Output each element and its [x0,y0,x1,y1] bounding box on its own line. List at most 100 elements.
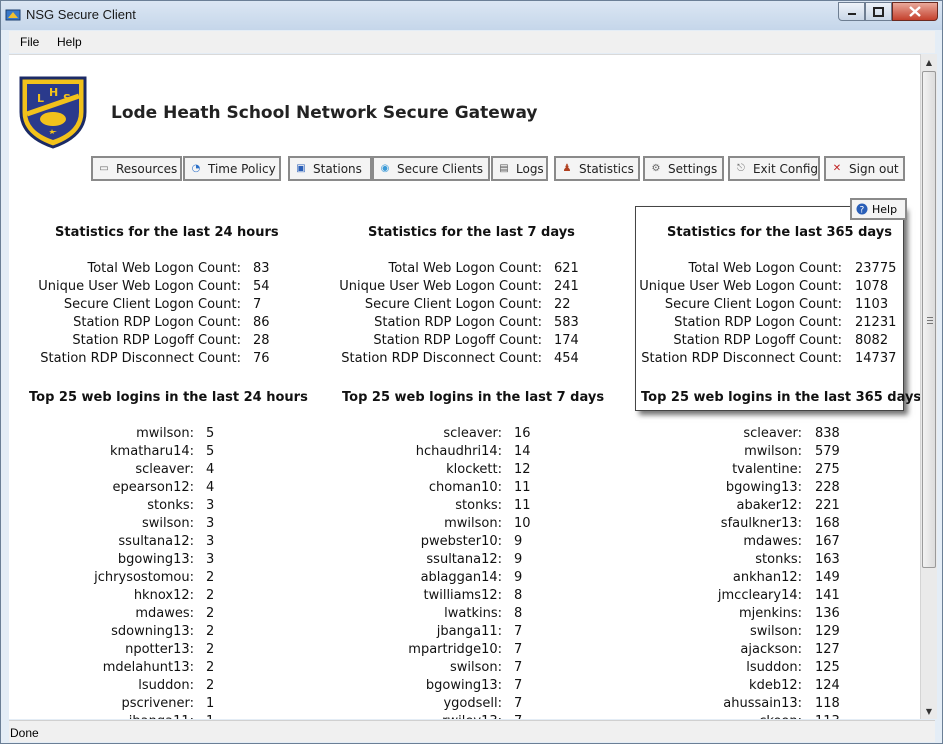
secure-clients-button[interactable]: ◉ Secure Clients [372,156,490,181]
close-button[interactable] [892,2,938,21]
login-username: sfaulkner13: [720,516,802,531]
login-row: sfaulkner13: [9,516,802,534]
stat-value: 1078 [855,279,889,294]
nav-button-label: Statistics [579,161,634,176]
login-row: scleaver: [9,426,802,444]
login-count: 168 [815,516,840,531]
sign-out-button[interactable]: ✕ Sign out [824,156,905,181]
monitor-icon: ▣ [296,163,306,174]
stat-label: Unique User Web Logon Count: [639,279,842,294]
stat-row: Secure Client Logon Count: [9,297,842,315]
status-text: Done [10,726,39,740]
login-count: 167 [815,534,840,549]
login-username: ankhan12: [732,570,802,585]
statistics-button[interactable]: ♟ Statistics [554,156,640,181]
login-count: 129 [815,624,840,639]
login-row: ckoon: [9,714,802,719]
stat-label: Total Web Logon Count: [688,261,843,276]
maximize-button[interactable] [865,2,892,21]
login-username: ckoon: [759,714,802,719]
login-row: mdawes: [9,534,802,552]
settings-button[interactable]: ⚙ Settings [643,156,724,181]
login-row: tvalentine: [9,462,802,480]
svg-text:?: ? [860,206,865,216]
signout-icon: ✕ [832,163,842,174]
stat-label: Secure Client Logon Count: [664,297,842,312]
login-count: 113 [815,714,840,719]
nav-button-label: Stations [313,161,362,176]
title-bar[interactable]: NSG Secure Client [1,1,942,30]
login-count: 141 [815,588,840,603]
menu-file[interactable]: File [20,35,39,49]
page-title: Lode Heath School Network Secure Gateway [111,103,538,123]
nav-button-label: Sign out [849,161,899,176]
scroll-up-arrow[interactable]: ▲ [921,54,937,70]
svg-text:L: L [37,92,44,105]
nav-button-label: Secure Clients [397,161,484,176]
login-count: 228 [815,480,840,495]
nav-button-label: Time Policy [208,161,276,176]
gear-icon: ⚙ [651,163,661,174]
login-username: bgowing13: [725,480,802,495]
exit-config-button[interactable]: ⎋ Exit Config [728,156,820,181]
login-username: jmccleary14: [717,588,802,603]
login-row: ajackson: [9,642,802,660]
minimize-button[interactable] [838,2,865,21]
school-logo: L H S [19,76,87,149]
login-username: tvalentine: [732,462,802,477]
stations-button[interactable]: ▣ Stations [288,156,372,181]
maximize-icon [873,6,884,17]
login-username: mjenkins: [738,606,802,621]
scroll-down-arrow[interactable]: ▼ [921,703,937,719]
login-count: 127 [815,642,840,657]
stats-title: Statistics for the last 24 hours [55,225,279,240]
login-row: jmccleary14: [9,588,802,606]
stat-row: Station RDP Logoff Count: [9,333,842,351]
exit-icon: ⎋ [737,163,745,174]
login-row: mwilson: [9,444,802,462]
svg-text:S: S [63,92,71,105]
login-row: abaker12: [9,498,802,516]
stat-row: Station RDP Disconnect Count: [9,351,842,369]
help-icon: ? [856,203,868,215]
stat-label: Station RDP Logoff Count: [673,333,842,348]
stats-title: Statistics for the last 7 days [368,225,575,240]
logs-button[interactable]: ▤ Logs [491,156,548,181]
scroll-thumb[interactable] [922,71,936,568]
stat-row: Total Web Logon Count: [9,261,843,279]
vertical-scrollbar[interactable]: ▲ ▼ [920,54,937,719]
login-count: 124 [815,678,840,693]
menu-bar: File Help [9,31,935,53]
login-count: 136 [815,606,840,621]
login-username: scleaver: [743,426,802,441]
status-bar: Done [9,720,935,742]
time-policy-button[interactable]: ◔ Time Policy [183,156,281,181]
minimize-icon [847,12,856,15]
help-button[interactable]: ? Help [850,198,907,220]
stat-value: 14737 [855,351,897,366]
stat-row: Station RDP Logon Count: [9,315,842,333]
resources-button[interactable]: ▭ Resources [91,156,182,181]
login-username: mdawes: [743,534,802,549]
logs-icon: ▤ [499,163,509,174]
login-username: stonks: [755,552,802,567]
svg-text:H: H [49,86,58,99]
nav-button-label: Logs [516,161,544,176]
secure-client-icon: ◉ [380,163,390,174]
stat-value: 8082 [855,333,889,348]
login-username: mwilson: [744,444,802,459]
resources-icon: ▭ [99,163,109,174]
nav-button-label: Resources [116,161,178,176]
login-username: lsuddon: [746,660,802,675]
login-row: ahussain13: [9,696,802,714]
stat-label: Station RDP Logon Count: [674,315,842,330]
app-window: NSG Secure Client File Help L H S Lode H… [0,0,943,744]
login-count: 125 [815,660,840,675]
stat-row: Unique User Web Logon Count: [9,279,842,297]
help-button-label: Help [872,202,898,216]
menu-help[interactable]: Help [57,35,82,49]
top-logins-title: Top 25 web logins in the last 365 days [641,390,920,405]
stat-value: 1103 [855,297,889,312]
clock-icon: ◔ [191,163,201,174]
login-row: swilson: [9,624,802,642]
